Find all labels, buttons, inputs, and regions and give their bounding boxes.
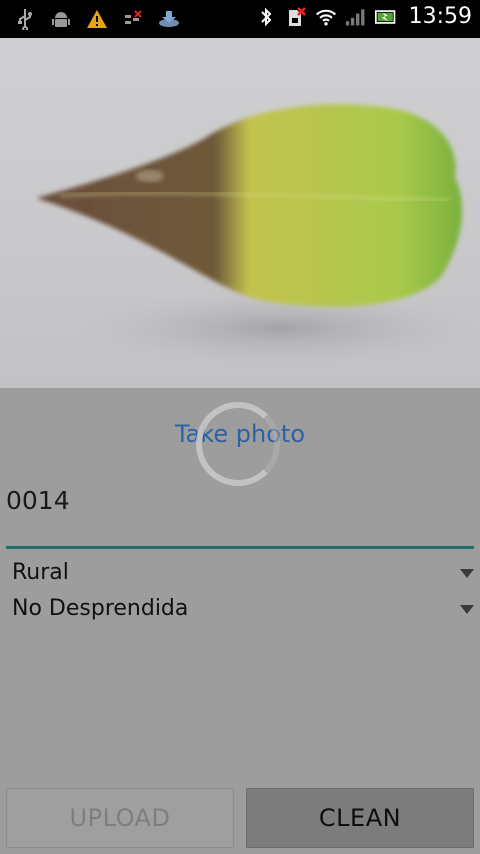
wifi-icon: [315, 6, 337, 28]
loading-spinner-icon: [196, 402, 280, 486]
signal-icon: [345, 6, 367, 28]
status-bar: 13:59: [0, 0, 480, 38]
no-sim-data-icon: [122, 8, 144, 30]
battery-charging-icon: [374, 6, 397, 28]
android-debug-icon: [50, 8, 72, 30]
dropdown-arrow-icon: [460, 605, 474, 614]
type-dropdown-value: Rural: [12, 560, 69, 585]
dropdown-arrow-icon: [460, 569, 474, 578]
id-input[interactable]: 0014: [6, 486, 474, 549]
warning-icon: [86, 8, 108, 30]
upload-button[interactable]: UPLOAD: [6, 788, 234, 848]
clean-button[interactable]: CLEAN: [246, 788, 474, 848]
status-dropdown[interactable]: No Desprendida: [12, 596, 478, 628]
notification-icons: [14, 8, 180, 30]
bluetooth-icon: [255, 6, 277, 28]
type-dropdown[interactable]: Rural: [12, 560, 478, 592]
status-dropdown-value: No Desprendida: [12, 596, 189, 621]
photo-preview: [0, 38, 480, 388]
leaf-image: [36, 104, 480, 368]
usb-icon: [14, 8, 36, 30]
download-icon: [158, 8, 180, 30]
no-sim-icon: [285, 6, 307, 28]
clock: 13:59: [408, 4, 472, 29]
id-input-value: 0014: [6, 486, 70, 515]
system-icons: 13:59: [255, 4, 472, 29]
